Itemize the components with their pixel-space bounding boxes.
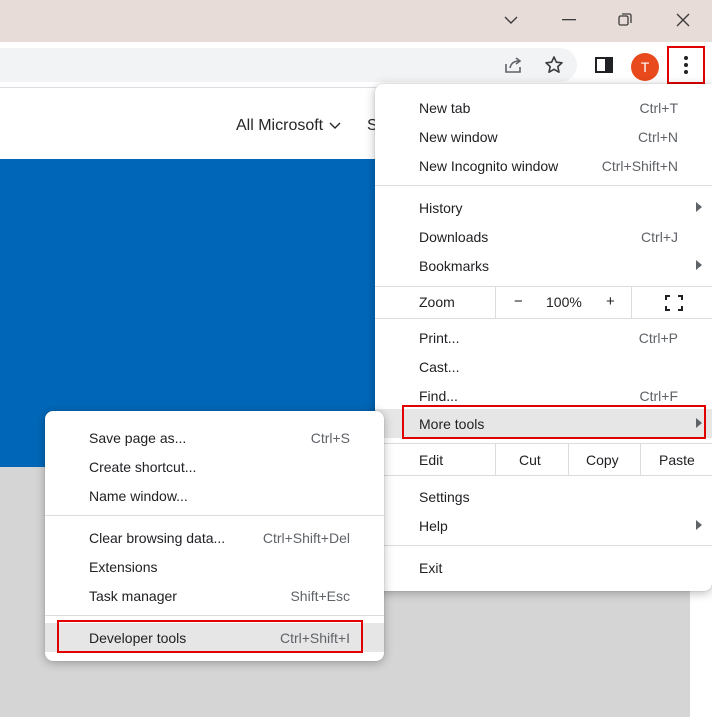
zoom-value: 100%: [546, 294, 582, 310]
edit-label: Edit: [419, 452, 444, 468]
menu-item-shortcut: Ctrl+S: [310, 429, 350, 446]
menu-item-downloads[interactable]: Downloads Ctrl+J: [375, 222, 712, 251]
profile-avatar[interactable]: T: [631, 53, 659, 81]
menu-item-label: Task manager: [89, 587, 177, 604]
menu-item-save-page[interactable]: Save page as... Ctrl+S: [45, 423, 384, 452]
menu-item-print[interactable]: Print... Ctrl+P: [375, 323, 712, 352]
menu-separator: [45, 615, 384, 616]
menu-item-label: Help: [419, 517, 448, 534]
zoom-in-button[interactable]: +: [606, 293, 615, 310]
menu-item-label: Print...: [419, 329, 460, 346]
share-icon[interactable]: [500, 51, 528, 79]
edit-divider: [495, 444, 496, 475]
chrome-menu-button[interactable]: [667, 46, 705, 84]
nav-all-microsoft[interactable]: All Microsoft: [236, 117, 341, 135]
menu-item-history[interactable]: History: [375, 193, 712, 222]
chevron-down-icon: [329, 122, 341, 129]
zoom-divider: [631, 287, 632, 318]
menu-item-exit[interactable]: Exit: [375, 553, 712, 582]
bookmark-star-icon[interactable]: [540, 51, 568, 79]
fullscreen-icon[interactable]: [665, 295, 683, 311]
submenu-arrow-icon: [696, 202, 702, 212]
chrome-main-menu: New tab Ctrl+T New window Ctrl+N New Inc…: [375, 84, 712, 591]
minimize-icon[interactable]: [555, 6, 583, 34]
menu-item-clear-browsing-data[interactable]: Clear browsing data... Ctrl+Shift+Del: [45, 523, 384, 552]
zoom-label: Zoom: [419, 294, 455, 310]
menu-separator: [375, 475, 712, 476]
menu-item-create-shortcut[interactable]: Create shortcut...: [45, 452, 384, 481]
submenu-arrow-icon: [696, 260, 702, 270]
restore-icon[interactable]: [611, 6, 639, 34]
menu-item-bookmarks[interactable]: Bookmarks: [375, 251, 712, 280]
menu-separator: [375, 545, 712, 546]
title-bar: [0, 0, 712, 42]
menu-item-shortcut: Ctrl+N: [637, 128, 678, 145]
menu-item-label: Find...: [419, 387, 458, 404]
menu-separator: [45, 515, 384, 516]
menu-item-help[interactable]: Help: [375, 511, 712, 540]
menu-item-settings[interactable]: Settings: [375, 482, 712, 511]
edit-row: Edit Cut Copy Paste: [375, 444, 712, 475]
address-bar[interactable]: [0, 48, 577, 82]
menu-item-shortcut: Shift+Esc: [290, 587, 350, 604]
nav-all-microsoft-label: All Microsoft: [236, 117, 324, 134]
menu-item-task-manager[interactable]: Task manager Shift+Esc: [45, 581, 384, 610]
more-tools-highlight-box: [402, 405, 706, 439]
edit-divider: [640, 444, 641, 475]
edit-divider: [568, 444, 569, 475]
menu-item-name-window[interactable]: Name window...: [45, 481, 384, 510]
three-dots-vertical-icon: [684, 56, 688, 74]
menu-item-new-incognito[interactable]: New Incognito window Ctrl+Shift+N: [375, 151, 712, 180]
menu-item-label: Cast...: [419, 358, 460, 375]
close-icon[interactable]: [669, 6, 697, 34]
zoom-row: Zoom − 100% +: [375, 287, 712, 318]
menu-item-label: New tab: [419, 99, 471, 116]
menu-item-label: Bookmarks: [419, 257, 490, 274]
menu-item-label: Save page as...: [89, 429, 187, 446]
paste-button[interactable]: Paste: [659, 452, 695, 468]
menu-item-shortcut: Ctrl+Shift+N: [601, 157, 678, 174]
menu-item-label: Name window...: [89, 487, 188, 504]
menu-item-shortcut: Ctrl+J: [641, 228, 678, 245]
menu-item-label: New window: [419, 128, 498, 145]
submenu-arrow-icon: [696, 520, 702, 530]
menu-item-label: Downloads: [419, 228, 489, 245]
menu-item-label: Create shortcut...: [89, 458, 197, 475]
copy-button[interactable]: Copy: [586, 452, 619, 468]
menu-item-label: History: [419, 199, 463, 216]
cut-button[interactable]: Cut: [519, 452, 541, 468]
menu-item-new-tab[interactable]: New tab Ctrl+T: [375, 93, 712, 122]
more-tools-submenu: Save page as... Ctrl+S Create shortcut..…: [45, 411, 384, 661]
menu-separator: [375, 185, 712, 186]
menu-item-label: Extensions: [89, 558, 158, 575]
menu-separator: [375, 318, 712, 319]
menu-item-label: Clear browsing data...: [89, 529, 226, 546]
menu-item-label: New Incognito window: [419, 157, 559, 174]
menu-item-label: Exit: [419, 559, 443, 576]
menu-item-extensions[interactable]: Extensions: [45, 552, 384, 581]
developer-tools-highlight-box: [57, 620, 363, 653]
zoom-out-button[interactable]: −: [514, 293, 523, 310]
menu-item-shortcut: Ctrl+F: [639, 387, 679, 404]
menu-item-shortcut: Ctrl+T: [639, 99, 679, 116]
menu-item-new-window[interactable]: New window Ctrl+N: [375, 122, 712, 151]
tab-search-chevron-icon[interactable]: [497, 6, 525, 34]
menu-item-shortcut: Ctrl+Shift+Del: [262, 529, 350, 546]
menu-item-cast[interactable]: Cast...: [375, 352, 712, 381]
side-panel-icon[interactable]: [590, 51, 618, 79]
menu-item-shortcut: Ctrl+P: [638, 329, 678, 346]
menu-item-label: Settings: [419, 488, 470, 505]
zoom-divider: [495, 287, 496, 318]
browser-toolbar: T: [0, 42, 712, 88]
